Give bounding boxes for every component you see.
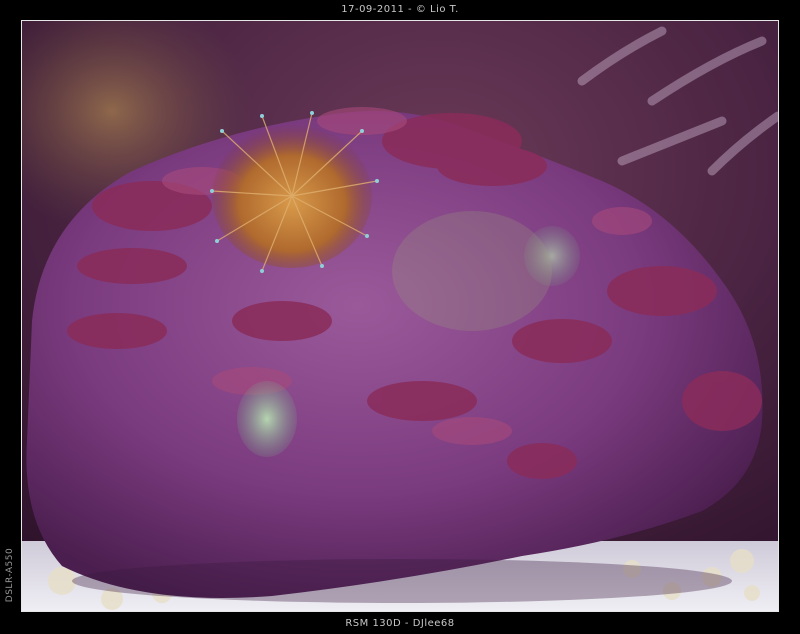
camera-model-caption: DSLR-A550 [5,547,15,603]
photo-frame [21,20,779,612]
photo-credit-caption: RSM 130D - DJlee68 [345,618,455,629]
photo-date-caption: 17-09-2011 - © Lio T. [341,4,459,15]
coral-photo [22,21,778,611]
